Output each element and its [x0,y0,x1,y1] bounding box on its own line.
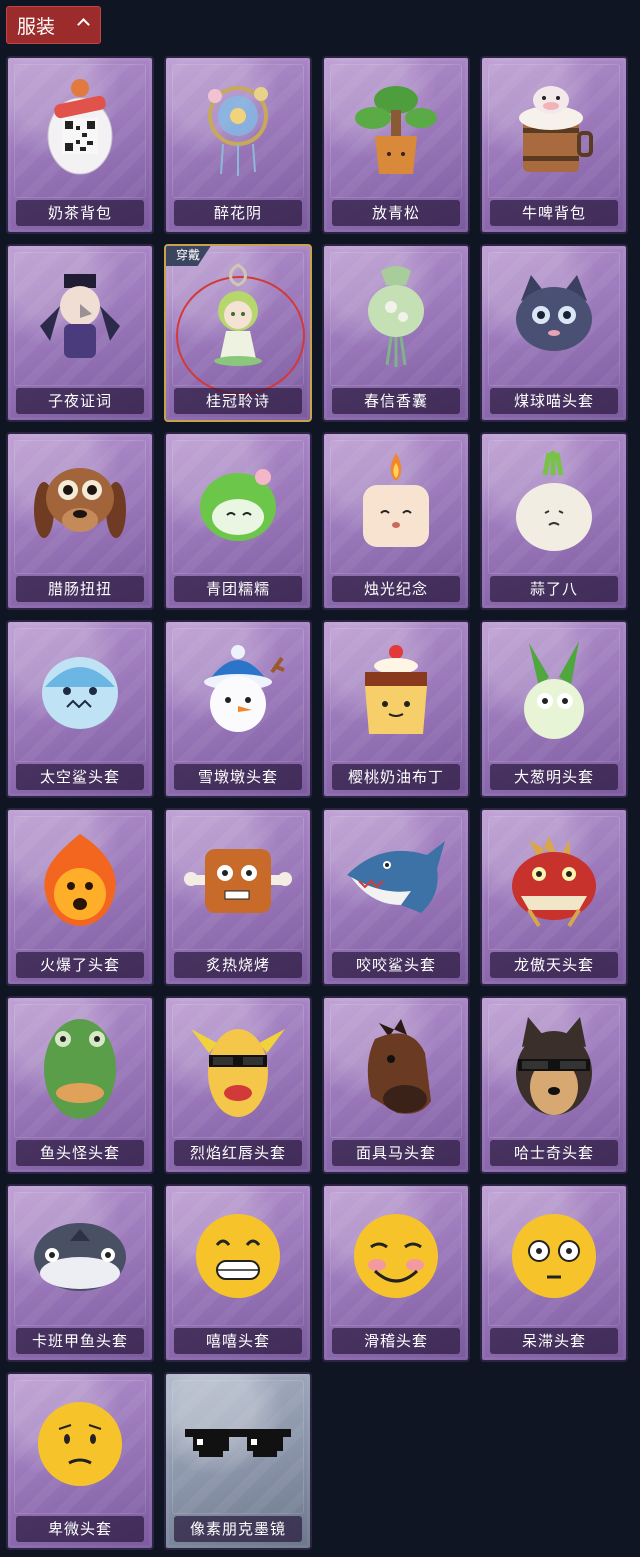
item-card-funny[interactable]: 滑稽头套 [322,1184,470,1362]
crow-figure-icon [40,274,120,358]
item-card-dragon[interactable]: 龙傲天头套 [480,808,628,986]
dachshund-head-icon [34,468,126,538]
item-label: 面具马头套 [332,1140,460,1166]
item-label: 像素朋克墨镜 [174,1516,302,1542]
item-label: 煤球喵头套 [490,388,618,414]
item-label: 蒜了八 [490,576,618,602]
whale-fish-head-icon [34,1223,126,1291]
item-card-green-dumpling[interactable]: 青团糯糯 [164,432,312,610]
item-label: 桂冠聆诗 [174,388,302,414]
item-label: 火爆了头套 [16,952,144,978]
item-label: 滑稽头套 [332,1328,460,1354]
item-card-humble[interactable]: 卑微头套 [6,1372,154,1550]
item-card-kaban-fish[interactable]: 卡班甲鱼头套 [6,1184,154,1362]
item-card-red-lips[interactable]: 烈焰红唇头套 [164,996,312,1174]
item-card-scallion[interactable]: 大葱明头套 [480,620,628,798]
green-dumpling-head-icon [200,469,276,541]
item-label: 卑微头套 [16,1516,144,1542]
item-card-husky[interactable]: 哈士奇头套 [480,996,628,1174]
item-card-bite-shark[interactable]: 咬咬鲨头套 [322,808,470,986]
snowman-head-icon [204,645,285,732]
horse-mask-icon [367,1019,431,1114]
item-label: 卡班甲鱼头套 [16,1328,144,1354]
item-card-horse-mask[interactable]: 面具马头套 [322,996,470,1174]
item-label: 龙傲天头套 [490,952,618,978]
garlic-head-icon [516,451,592,551]
item-card-spring-sachet[interactable]: 春信香囊 [322,244,470,422]
item-grid: 奶茶背包 醉花阴 放青松 牛啤背包 子夜证词 穿戴 桂冠聆诗 春信香囊 煤球喵头… [6,56,628,1550]
item-label: 青团糯糯 [174,576,302,602]
item-card-drunk-flower[interactable]: 醉花阴 [164,56,312,234]
item-card-laurel-poem[interactable]: 穿戴 桂冠聆诗 [164,244,312,422]
item-card-cherry-pudding[interactable]: 樱桃奶油布丁 [322,620,470,798]
item-card-space-shark[interactable]: 太空鲨头套 [6,620,154,798]
laurel-doll-charm-icon [214,263,262,366]
item-card-garlic[interactable]: 蒜了八 [480,432,628,610]
shark-head-icon [347,841,445,913]
item-card-milk-tea-backpack[interactable]: 奶茶背包 [6,56,154,234]
space-shark-head-icon [42,657,118,729]
bbq-meat-head-icon [184,849,292,913]
item-label: 咬咬鲨头套 [332,952,460,978]
pine-bonsai-icon [355,86,437,174]
item-label: 哈士奇头套 [490,1140,618,1166]
chevron-up-icon[interactable] [77,18,90,31]
pudding-head-icon [365,645,427,734]
milk-tea-backpack-icon [47,79,113,175]
funny-emoji-head-icon [354,1214,438,1298]
item-label: 炙热烧烤 [174,952,302,978]
item-label: 奶茶背包 [16,200,144,226]
dragon-head-icon [512,836,596,928]
item-label: 醉花阴 [174,200,302,226]
category-title: 服装 [17,15,56,38]
item-label: 烛光纪念 [332,576,460,602]
item-label: 腊肠扭扭 [16,576,144,602]
red-lips-head-icon [191,1029,285,1117]
item-label: 春信香囊 [332,388,460,414]
dazed-emoji-head-icon [512,1214,596,1298]
item-card-midnight-testimony[interactable]: 子夜证词 [6,244,154,422]
item-card-dazed[interactable]: 呆滞头套 [480,1184,628,1362]
item-label: 太空鲨头套 [16,764,144,790]
category-tab-clothing[interactable]: 服装 [6,6,101,44]
item-label: 烈焰红唇头套 [174,1140,302,1166]
grin-emoji-head-icon [196,1214,280,1298]
beer-keg-cow-icon [519,86,593,172]
fish-mask-icon [44,1019,116,1119]
item-card-grin[interactable]: 嘻嘻头套 [164,1184,312,1362]
fire-head-icon [44,834,116,926]
scallion-head-icon [524,641,584,739]
item-card-pixel-sunglasses[interactable]: 像素朋克墨镜 [164,1372,312,1550]
item-card-candle[interactable]: 烛光纪念 [322,432,470,610]
husky-head-icon [516,1017,592,1115]
item-card-fish-monster[interactable]: 鱼头怪头套 [6,996,154,1174]
item-label: 大葱明头套 [490,764,618,790]
item-label: 牛啤背包 [490,200,618,226]
item-card-fire[interactable]: 火爆了头套 [6,808,154,986]
item-label: 子夜证词 [16,388,144,414]
item-label: 放青松 [332,200,460,226]
item-card-bbq[interactable]: 炙热烧烤 [164,808,312,986]
sachet-icon [368,266,424,367]
item-card-beer-backpack[interactable]: 牛啤背包 [480,56,628,234]
humble-emoji-head-icon [38,1402,122,1486]
item-card-coal-cat[interactable]: 煤球喵头套 [480,244,628,422]
candle-head-icon [363,453,429,547]
item-label: 嘻嘻头套 [174,1328,302,1354]
item-card-pine-bonsai[interactable]: 放青松 [322,56,470,234]
black-cat-head-icon [516,275,592,351]
item-label: 樱桃奶油布丁 [332,764,460,790]
item-label: 雪墩墩头套 [174,764,302,790]
item-label: 呆滞头套 [490,1328,618,1354]
flower-dreamcatcher-icon [208,86,268,176]
pixel-sunglasses-icon [185,1429,291,1457]
item-label: 鱼头怪头套 [16,1140,144,1166]
item-card-sausage-dog[interactable]: 腊肠扭扭 [6,432,154,610]
item-card-snowman[interactable]: 雪墩墩头套 [164,620,312,798]
